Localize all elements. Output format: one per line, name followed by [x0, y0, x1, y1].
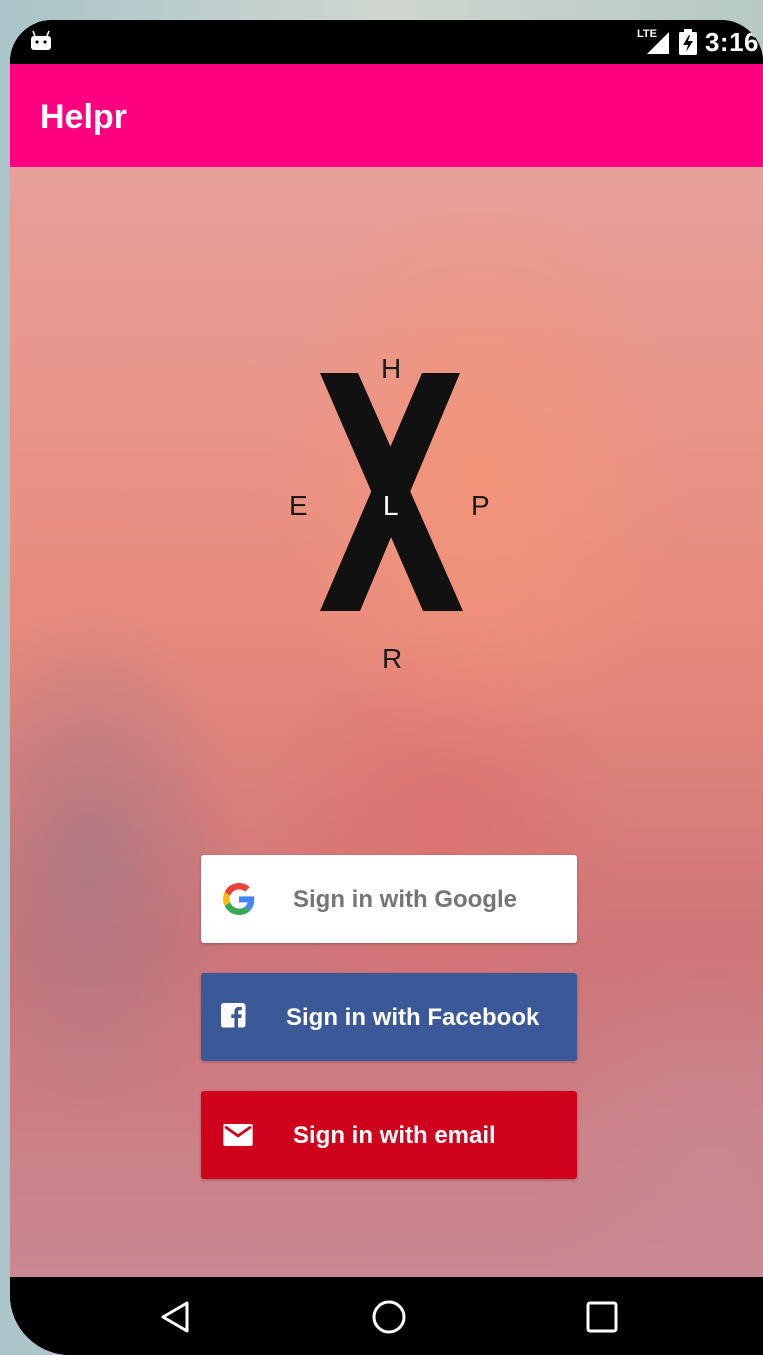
- helpr-logo: H E L P R: [270, 337, 510, 674]
- sign-in-email-button[interactable]: Sign in with email: [201, 1091, 577, 1179]
- logo-letter-p: P: [471, 490, 490, 521]
- sign-in-facebook-button[interactable]: Sign in with Facebook: [201, 973, 577, 1061]
- home-circle-icon[interactable]: [369, 1297, 409, 1337]
- login-content: H E L P R Sign in with Google Sign in wi…: [10, 167, 763, 1277]
- recent-square-icon[interactable]: [582, 1297, 622, 1337]
- facebook-icon: [221, 1003, 246, 1028]
- app-toolbar: Helpr: [10, 64, 763, 167]
- system-navigation-bar: [10, 1277, 763, 1355]
- logo-letter-l: L: [383, 490, 399, 521]
- google-icon: [223, 883, 255, 915]
- android-notification-icon: [31, 30, 51, 50]
- battery-charging-icon: [678, 29, 697, 55]
- back-triangle-icon[interactable]: [156, 1297, 196, 1337]
- status-indicators: LTE 3:16: [637, 26, 759, 58]
- google-button-label: Sign in with Google: [293, 886, 517, 913]
- logo-letter-e: E: [289, 490, 308, 521]
- device-frame-background: LTE 3:16 Helpr H E L P R Sign in with Go…: [0, 0, 763, 1355]
- sign-in-google-button[interactable]: Sign in with Google: [201, 855, 577, 943]
- lte-signal-icon: LTE: [637, 28, 671, 56]
- facebook-button-label: Sign in with Facebook: [286, 1004, 540, 1031]
- status-bar: LTE 3:16: [10, 20, 763, 64]
- status-clock: 3:16: [704, 26, 759, 57]
- app-title: Helpr: [40, 98, 127, 136]
- mail-icon: [223, 1124, 253, 1146]
- email-button-label: Sign in with email: [293, 1122, 496, 1149]
- logo-letter-h: H: [381, 353, 402, 384]
- logo-letter-r: R: [382, 643, 403, 674]
- phone-screen: LTE 3:16 Helpr H E L P R Sign in with Go…: [10, 20, 763, 1355]
